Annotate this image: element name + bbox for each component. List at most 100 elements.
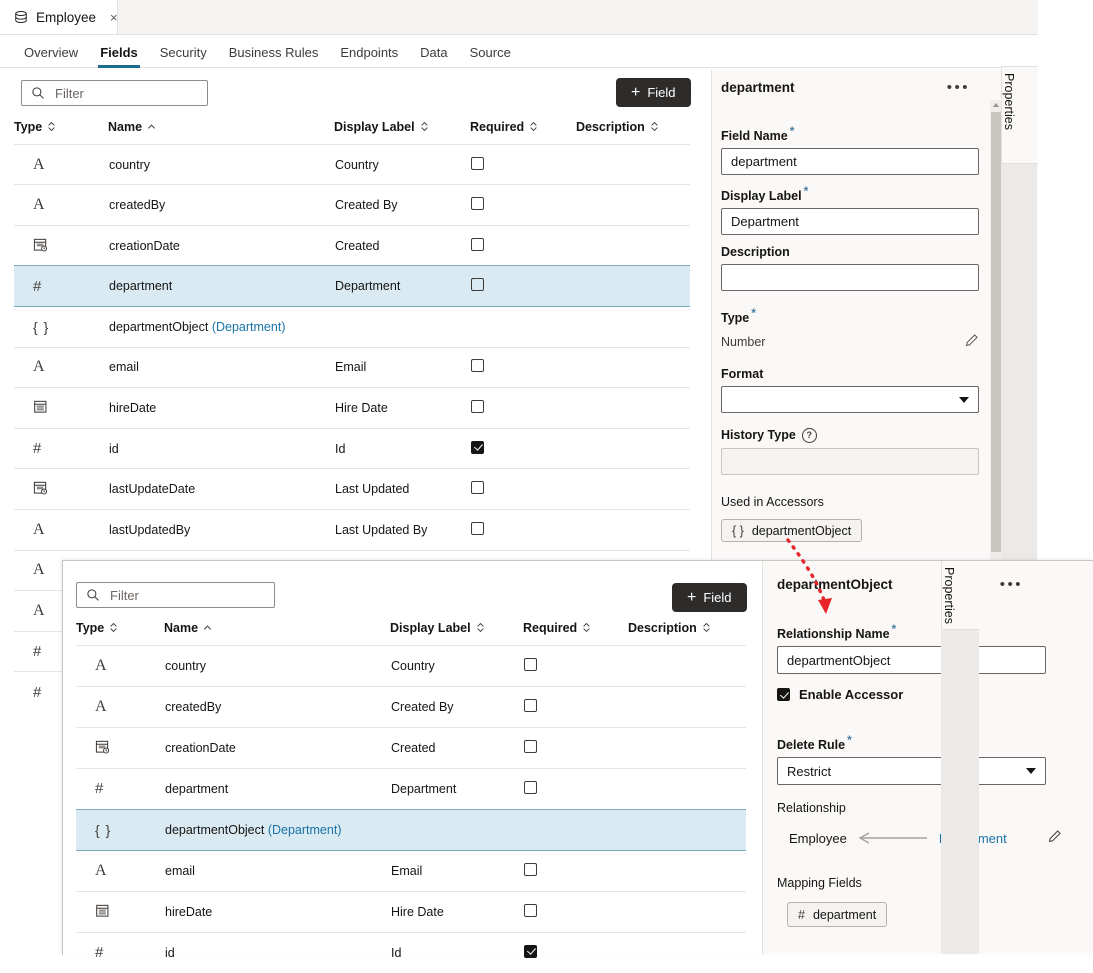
nav-tab-endpoints[interactable]: Endpoints bbox=[329, 45, 409, 67]
table-row[interactable]: hireDate Hire Date bbox=[76, 890, 746, 933]
sort-icon[interactable] bbox=[203, 622, 212, 636]
nav-tab-fields[interactable]: Fields bbox=[89, 45, 149, 68]
sort-icon[interactable] bbox=[582, 622, 591, 636]
nav-tab-source[interactable]: Source bbox=[459, 45, 522, 67]
required-checkbox[interactable] bbox=[471, 156, 484, 170]
required-checkbox[interactable] bbox=[524, 862, 537, 876]
column-header-description[interactable]: Description bbox=[576, 120, 690, 144]
mapping-chip-department[interactable]: # department bbox=[787, 902, 888, 927]
required-checkbox[interactable] bbox=[471, 278, 484, 292]
required-checkbox[interactable] bbox=[471, 359, 484, 373]
history-type-label: History Type? bbox=[721, 428, 979, 444]
pencil-icon[interactable] bbox=[1047, 829, 1062, 847]
field-relation-type[interactable]: (Department) bbox=[212, 320, 286, 334]
table-row[interactable]: Acountry Country bbox=[14, 143, 690, 185]
table-row[interactable]: # id Id bbox=[14, 427, 690, 469]
table-row[interactable]: hireDate Hire Date bbox=[14, 387, 690, 429]
delete-rule-select[interactable]: Restrict bbox=[777, 757, 1046, 786]
pencil-icon[interactable] bbox=[964, 333, 979, 351]
description-input[interactable] bbox=[721, 264, 979, 291]
sort-icon[interactable] bbox=[420, 121, 429, 135]
display-label-input[interactable]: Department bbox=[721, 208, 979, 236]
column-header-display-label[interactable]: Display Label bbox=[334, 120, 470, 144]
required-checkbox[interactable] bbox=[471, 521, 484, 535]
table-row[interactable]: Aemail Email bbox=[14, 346, 690, 388]
required-checkbox[interactable] bbox=[524, 657, 537, 671]
enable-accessor-checkbox[interactable] bbox=[777, 688, 790, 701]
relationship-name-value: departmentObject bbox=[787, 652, 891, 668]
nav-tab-data[interactable]: Data bbox=[409, 45, 458, 67]
cell-description bbox=[576, 184, 690, 226]
table-row[interactable]: AlastUpdatedBy Last Updated By bbox=[14, 509, 690, 551]
table-row[interactable]: AcreatedBy Created By bbox=[76, 685, 746, 728]
column-header-name[interactable]: Name bbox=[108, 120, 334, 144]
column-header-required[interactable]: Required bbox=[523, 621, 628, 645]
required-checkbox[interactable] bbox=[471, 197, 484, 211]
properties-vertical-tab[interactable]: Properties bbox=[1001, 66, 1038, 164]
sort-icon[interactable] bbox=[109, 622, 118, 636]
column-header-required[interactable]: Required bbox=[470, 120, 576, 144]
required-checkbox[interactable] bbox=[524, 698, 537, 712]
column-header-type[interactable]: Type bbox=[76, 621, 164, 645]
column-header-description[interactable]: Description bbox=[628, 621, 746, 645]
table-row[interactable]: AcreatedBy Created By bbox=[14, 184, 690, 226]
close-icon[interactable]: × bbox=[110, 10, 118, 25]
field-name-input[interactable]: department bbox=[721, 148, 979, 176]
cell-display-label: Id bbox=[334, 427, 470, 469]
table-row[interactable]: # department Department bbox=[76, 767, 746, 810]
required-checkbox[interactable] bbox=[471, 400, 484, 414]
filter-input-2[interactable] bbox=[108, 586, 242, 604]
overflow-menu-icon[interactable]: ••• bbox=[947, 80, 970, 95]
format-select[interactable] bbox=[721, 386, 979, 413]
sort-icon[interactable] bbox=[650, 121, 659, 135]
sort-icon[interactable] bbox=[476, 622, 485, 636]
required-checkbox[interactable] bbox=[524, 903, 537, 917]
relationship-name-input[interactable]: departmentObject bbox=[777, 646, 1046, 675]
table-row[interactable]: Acountry Country bbox=[76, 644, 746, 687]
table-row[interactable]: { } departmentObject (Department) bbox=[76, 808, 746, 851]
question-icon[interactable]: ? bbox=[801, 428, 817, 444]
document-tab-employee[interactable]: Employee × bbox=[0, 0, 118, 34]
column-header-name[interactable]: Name bbox=[164, 621, 390, 645]
nav-tab-security[interactable]: Security bbox=[149, 45, 218, 67]
add-field-button[interactable]: + Field bbox=[616, 78, 691, 107]
required-checkbox[interactable] bbox=[524, 739, 537, 753]
filter-input[interactable] bbox=[53, 84, 187, 102]
table-row[interactable]: Aemail Email bbox=[76, 849, 746, 892]
table-row[interactable]: # id Id bbox=[76, 931, 746, 973]
table-row[interactable]: lastUpdateDate Last Updated bbox=[14, 468, 690, 510]
nav-tab-overview[interactable]: Overview bbox=[13, 45, 89, 67]
field-relation-type[interactable]: (Department) bbox=[268, 823, 342, 837]
plus-icon: + bbox=[687, 588, 697, 606]
history-type-input[interactable] bbox=[721, 448, 979, 476]
sort-icon[interactable] bbox=[47, 121, 56, 135]
required-checkbox[interactable] bbox=[471, 237, 484, 251]
sort-icon[interactable] bbox=[529, 121, 538, 135]
required-checkbox[interactable] bbox=[471, 440, 484, 454]
required-checkbox[interactable] bbox=[471, 481, 484, 495]
cell-description bbox=[628, 808, 746, 851]
properties-vertical-tab-2[interactable]: Properties bbox=[941, 561, 980, 630]
table-row[interactable]: # department Department bbox=[14, 265, 690, 308]
mapping-chip-label: department bbox=[812, 907, 877, 922]
properties-rail-track-2 bbox=[941, 630, 979, 954]
column-header-display-label[interactable]: Display Label bbox=[390, 621, 523, 645]
required-checkbox[interactable] bbox=[524, 780, 537, 794]
sort-icon[interactable] bbox=[147, 121, 156, 135]
accessor-chip-departmentobject[interactable]: { } departmentObject bbox=[721, 519, 863, 542]
sort-icon[interactable] bbox=[702, 622, 711, 636]
scroll-up-icon[interactable] bbox=[993, 103, 999, 107]
table-row[interactable]: creationDate Created bbox=[14, 224, 690, 266]
add-field-button-2[interactable]: + Field bbox=[672, 583, 747, 612]
required-checkbox[interactable] bbox=[524, 944, 537, 958]
table-row[interactable]: creationDate Created bbox=[76, 726, 746, 769]
table-row[interactable]: { } departmentObject (Department) bbox=[14, 306, 690, 348]
filter-search-box[interactable] bbox=[21, 80, 208, 106]
properties-title: department bbox=[721, 80, 795, 95]
filter-search-box-2[interactable] bbox=[76, 582, 275, 608]
type-label: Type * bbox=[721, 306, 756, 326]
nav-tab-business-rules[interactable]: Business Rules bbox=[218, 45, 330, 67]
column-header-type[interactable]: Type bbox=[14, 120, 108, 144]
overflow-menu-icon[interactable]: ••• bbox=[1000, 577, 1023, 592]
scrollbar-thumb[interactable] bbox=[991, 112, 1001, 552]
